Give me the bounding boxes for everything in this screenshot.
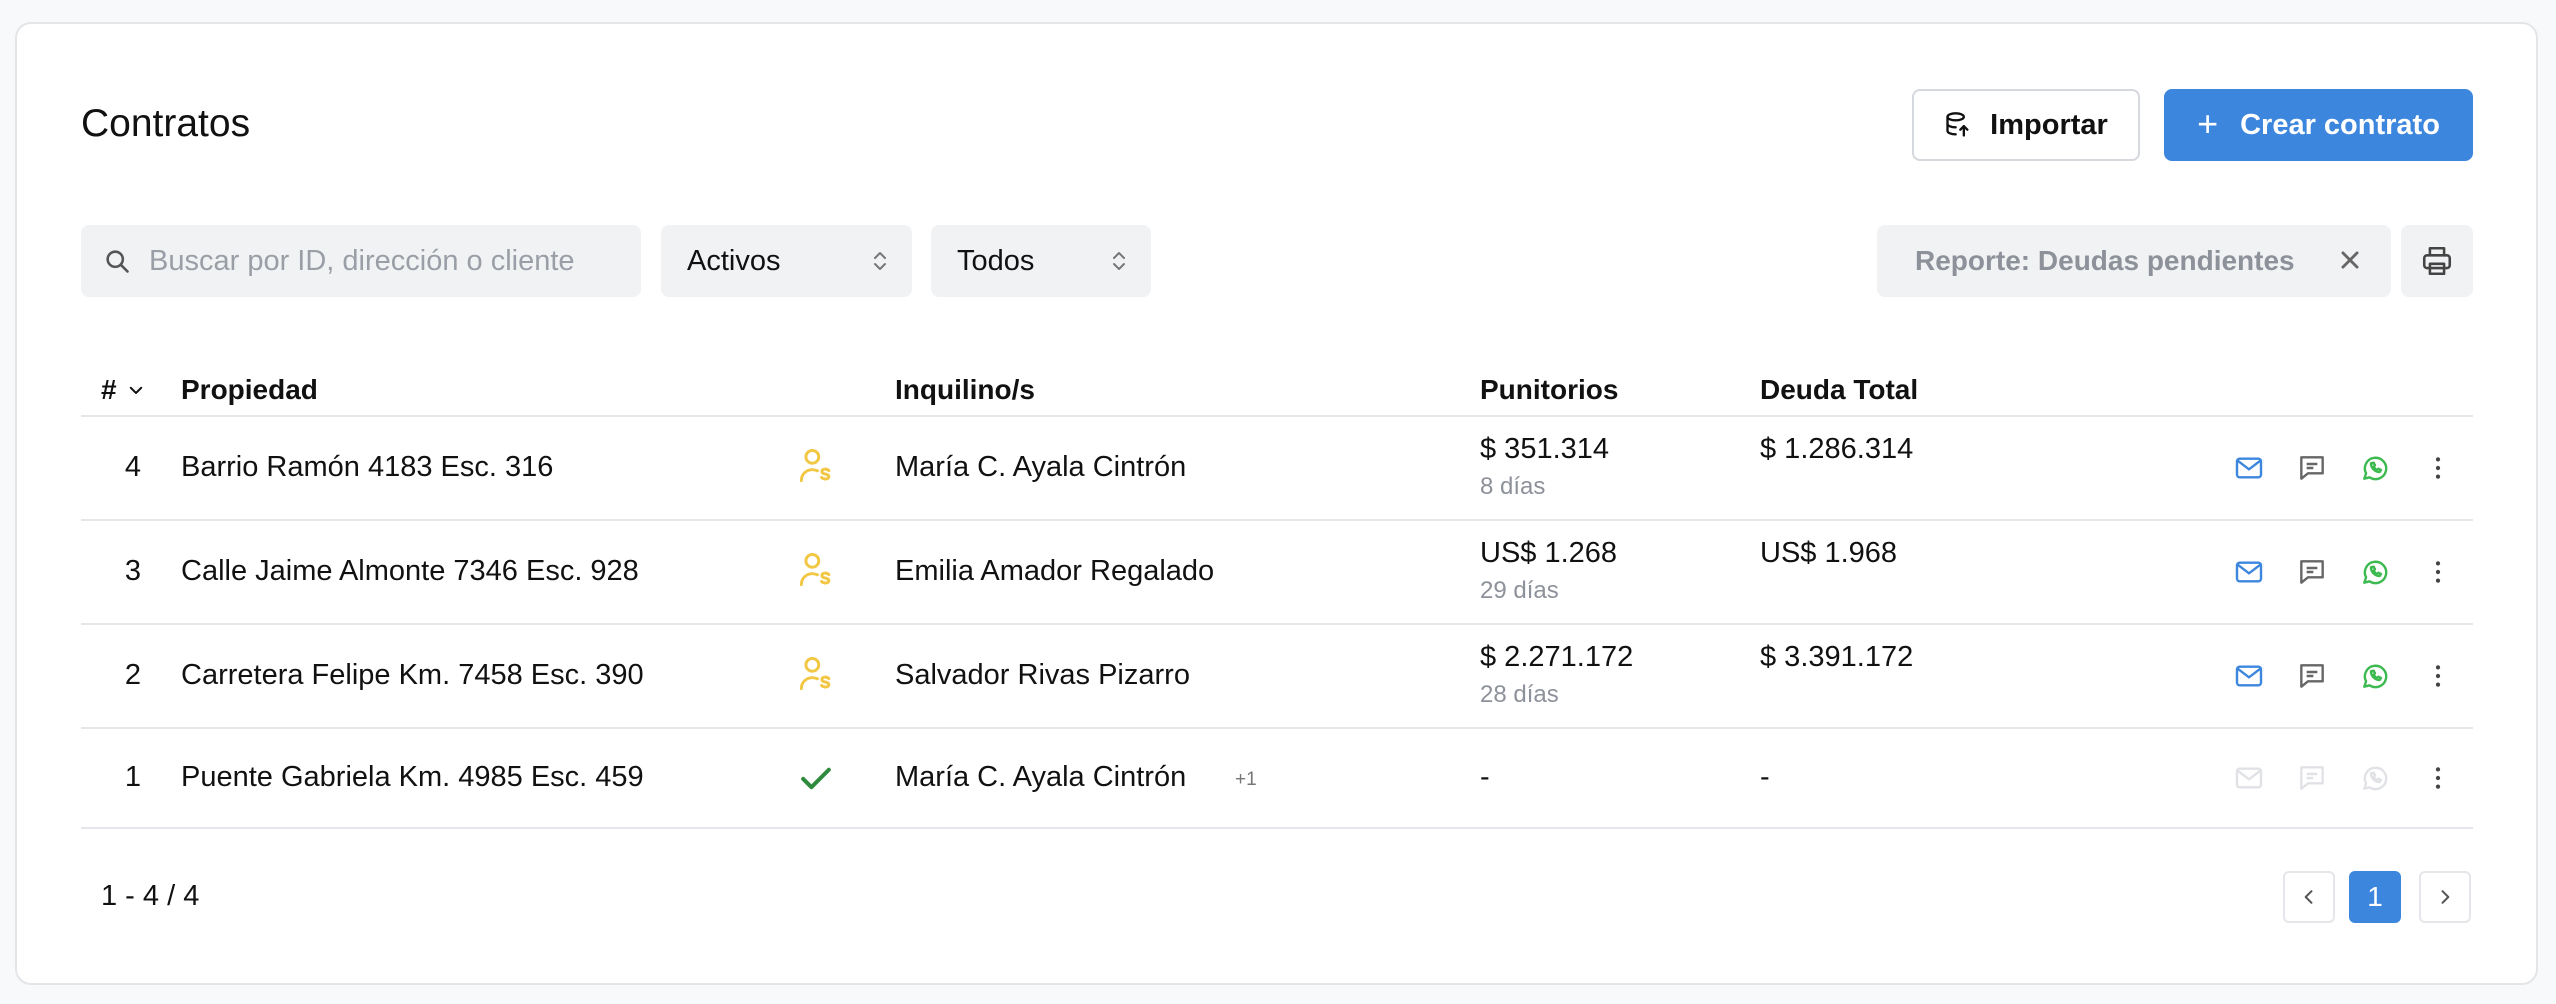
column-header-total-debt: Deuda Total <box>1760 374 1919 405</box>
table-row[interactable]: 4 Barrio Ramón 4183 Esc. 316 María C. Ay… <box>81 417 2473 519</box>
row-tenant: Salvador Rivas Pizarro <box>895 659 1190 691</box>
search-box[interactable] <box>81 225 641 297</box>
column-header-id[interactable]: # <box>101 374 145 406</box>
whatsapp-icon[interactable] <box>2353 654 2397 698</box>
row-total-debt: - <box>1760 761 1770 793</box>
row-property: Puente Gabriela Km. 4985 Esc. 459 <box>181 761 644 793</box>
row-property: Barrio Ramón 4183 Esc. 316 <box>181 451 554 483</box>
user-dollar-icon <box>799 552 831 587</box>
row-id: 1 <box>124 761 141 793</box>
row-penalty: $ 2.271.172 <box>1480 641 1634 673</box>
column-header-tenants: Inquilino/s <box>895 374 1035 405</box>
column-header-property: Propiedad <box>181 374 318 405</box>
row-penalty: $ 351.314 <box>1480 433 1610 465</box>
create-contract-button[interactable]: + Crear contrato <box>2164 89 2473 161</box>
create-contract-label: Crear contrato <box>2240 108 2440 141</box>
row-total-debt: $ 3.391.172 <box>1760 641 1914 673</box>
table-row[interactable]: 1 Puente Gabriela Km. 4985 Esc. 459 Marí… <box>81 729 2473 827</box>
row-total-debt: $ 1.286.314 <box>1760 433 1914 465</box>
row-penalty: - <box>1480 761 1490 793</box>
page-button-current[interactable]: 1 <box>2349 871 2401 923</box>
close-icon[interactable] <box>2333 243 2367 277</box>
report-filter-chip[interactable]: Reporte: Deudas pendientes <box>1877 225 2391 297</box>
type-filter-select[interactable]: Todos <box>931 225 1151 297</box>
chevron-updown-icon <box>1113 252 1125 270</box>
row-total-debt: US$ 1.968 <box>1760 537 1898 569</box>
email-icon <box>2227 756 2271 800</box>
column-id-label: # <box>101 374 117 405</box>
whatsapp-icon <box>2353 756 2397 800</box>
row-penalty: US$ 1.268 <box>1480 537 1618 569</box>
row-tenant: María C. Ayala Cintrón <box>895 761 1187 793</box>
sms-icon[interactable] <box>2290 550 2334 594</box>
more-icon[interactable] <box>2416 756 2460 800</box>
search-icon <box>106 250 129 273</box>
more-icon[interactable] <box>2416 550 2460 594</box>
page-title: Contratos <box>81 102 251 145</box>
import-button[interactable]: Importar <box>1912 89 2140 161</box>
whatsapp-icon[interactable] <box>2353 446 2397 490</box>
row-penalty-days: 29 días <box>1480 577 1559 604</box>
sms-icon <box>2290 756 2334 800</box>
sms-icon[interactable] <box>2290 654 2334 698</box>
more-icon[interactable] <box>2416 446 2460 490</box>
row-penalty-days: 8 días <box>1480 473 1546 500</box>
sms-icon[interactable] <box>2290 446 2334 490</box>
column-header-penalties: Punitorios <box>1480 374 1619 405</box>
user-dollar-icon <box>799 448 831 483</box>
check-icon <box>801 767 831 790</box>
user-dollar-icon <box>799 656 831 691</box>
table-row[interactable]: 3 Calle Jaime Almonte 7346 Esc. 928 Emil… <box>81 521 2473 623</box>
row-id: 3 <box>124 555 141 587</box>
email-icon[interactable] <box>2227 550 2271 594</box>
status-filter-select[interactable]: Activos <box>661 225 912 297</box>
print-button[interactable] <box>2401 225 2473 297</box>
row-penalty-days: 28 días <box>1480 681 1559 708</box>
printer-icon <box>2422 246 2452 276</box>
whatsapp-icon[interactable] <box>2353 550 2397 594</box>
pagination-range: 1 - 4 / 4 <box>101 880 200 912</box>
divider <box>81 827 2473 829</box>
search-input[interactable] <box>149 244 609 278</box>
extra-tenants-badge[interactable]: +1 <box>1235 769 1257 791</box>
next-page-button[interactable] <box>2419 871 2471 923</box>
email-icon[interactable] <box>2227 446 2271 490</box>
more-icon[interactable] <box>2416 654 2460 698</box>
prev-page-button[interactable] <box>2283 871 2335 923</box>
status-filter-value: Activos <box>687 244 781 277</box>
table-row[interactable]: 2 Carretera Felipe Km. 7458 Esc. 390 Sal… <box>81 625 2473 727</box>
row-tenant: Emilia Amador Regalado <box>895 555 1215 587</box>
row-property: Calle Jaime Almonte 7346 Esc. 928 <box>181 555 639 587</box>
contracts-card: Contratos Importar + Crear contrato Acti… <box>15 22 2538 985</box>
email-icon[interactable] <box>2227 654 2271 698</box>
chevron-updown-icon <box>874 252 886 270</box>
row-tenant: María C. Ayala Cintrón <box>895 451 1187 483</box>
chevron-left-icon <box>2304 890 2313 904</box>
chevron-right-icon <box>2441 890 2450 904</box>
report-filter-label: Reporte: Deudas pendientes <box>1915 245 2295 276</box>
row-property: Carretera Felipe Km. 7458 Esc. 390 <box>181 659 644 691</box>
import-label: Importar <box>1990 108 2108 141</box>
row-id: 2 <box>124 659 141 691</box>
row-id: 4 <box>124 451 141 483</box>
chevron-down-icon <box>129 386 142 394</box>
database-import-icon <box>1946 112 1969 137</box>
type-filter-value: Todos <box>957 244 1035 277</box>
plus-icon: + <box>2197 102 2219 144</box>
